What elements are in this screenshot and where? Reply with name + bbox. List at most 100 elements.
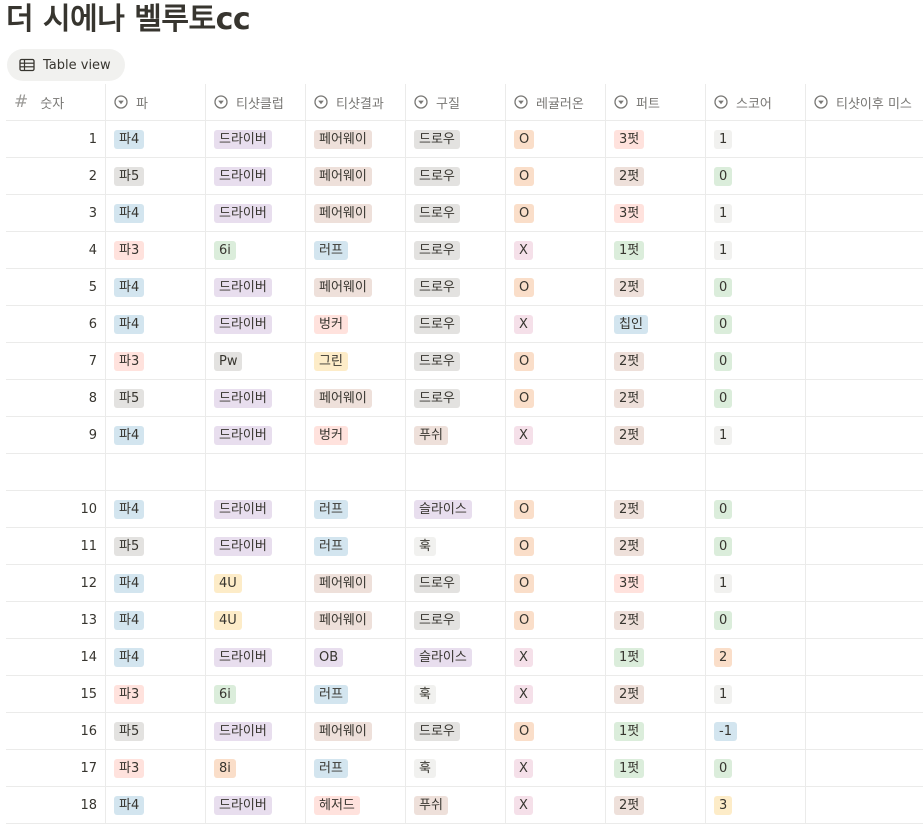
select-cell[interactable]: O bbox=[506, 158, 606, 194]
select-cell[interactable]: 2펏 bbox=[606, 158, 706, 194]
select-cell[interactable]: 드로우 bbox=[406, 602, 506, 638]
select-cell[interactable]: O bbox=[506, 602, 606, 638]
select-cell[interactable]: X bbox=[506, 417, 606, 453]
select-cell[interactable]: 페어웨이 bbox=[306, 602, 406, 638]
select-cell[interactable]: 0 bbox=[706, 306, 806, 342]
select-cell[interactable]: 드로우 bbox=[406, 195, 506, 231]
column-header[interactable]: 티샷결과 bbox=[306, 84, 406, 120]
select-cell[interactable]: 러프 bbox=[306, 232, 406, 268]
table-row[interactable]: 5 파4 드라이버 페어웨이 드로우 O 2펏 0 bbox=[6, 269, 923, 306]
table-row[interactable]: 6 파4 드라이버 벙커 드로우 X 칩인 0 bbox=[6, 306, 923, 343]
select-cell[interactable]: 파4 bbox=[106, 195, 206, 231]
select-cell[interactable]: 3펏 bbox=[606, 565, 706, 601]
select-cell[interactable]: 페어웨이 bbox=[306, 713, 406, 749]
select-cell[interactable] bbox=[806, 306, 923, 342]
row-number-cell[interactable]: 10 bbox=[6, 491, 106, 527]
row-number-cell[interactable]: 7 bbox=[6, 343, 106, 379]
select-cell[interactable]: 벙커 bbox=[306, 306, 406, 342]
select-cell[interactable]: 2펏 bbox=[606, 269, 706, 305]
select-cell[interactable]: 파5 bbox=[106, 528, 206, 564]
row-number-cell[interactable]: 16 bbox=[6, 713, 106, 749]
select-cell[interactable]: 0 bbox=[706, 343, 806, 379]
column-header[interactable]: # 숫자 bbox=[6, 84, 106, 120]
table-row[interactable]: 9 파4 드라이버 벙커 푸쉬 X 2펏 1 bbox=[6, 417, 923, 454]
select-cell[interactable] bbox=[806, 380, 923, 416]
select-cell[interactable]: 파4 bbox=[106, 639, 206, 675]
select-cell[interactable]: 드라이버 bbox=[206, 195, 306, 231]
select-cell[interactable] bbox=[806, 713, 923, 749]
select-cell[interactable]: 드로우 bbox=[406, 232, 506, 268]
select-cell[interactable]: O bbox=[506, 565, 606, 601]
select-cell[interactable]: 파3 bbox=[106, 676, 206, 712]
column-header[interactable]: 스코어 bbox=[706, 84, 806, 120]
select-cell[interactable]: 칩인 bbox=[606, 306, 706, 342]
select-cell[interactable]: 페어웨이 bbox=[306, 380, 406, 416]
select-cell[interactable] bbox=[806, 269, 923, 305]
column-header[interactable]: 티샷클럽 bbox=[206, 84, 306, 120]
select-cell[interactable]: 드로우 bbox=[406, 713, 506, 749]
select-cell[interactable]: 벙커 bbox=[306, 417, 406, 453]
select-cell[interactable]: 푸쉬 bbox=[406, 787, 506, 823]
table-row[interactable]: 12 파4 4U 페어웨이 드로우 O 3펏 1 bbox=[6, 565, 923, 602]
select-cell[interactable]: 드라이버 bbox=[206, 269, 306, 305]
select-cell[interactable]: O bbox=[506, 121, 606, 157]
select-cell[interactable]: 0 bbox=[706, 750, 806, 786]
row-number-cell[interactable]: 18 bbox=[6, 787, 106, 823]
select-cell[interactable]: X bbox=[506, 306, 606, 342]
row-number-cell[interactable]: 3 bbox=[6, 195, 106, 231]
select-cell[interactable]: 6i bbox=[206, 676, 306, 712]
select-cell[interactable]: O bbox=[506, 491, 606, 527]
select-cell[interactable]: 드라이버 bbox=[206, 121, 306, 157]
column-header[interactable]: 레귤러온 bbox=[506, 84, 606, 120]
select-cell[interactable]: 2펏 bbox=[606, 343, 706, 379]
select-cell[interactable]: 페어웨이 bbox=[306, 269, 406, 305]
select-cell[interactable]: 헤저드 bbox=[306, 787, 406, 823]
select-cell[interactable]: 파5 bbox=[106, 380, 206, 416]
row-number-cell[interactable]: 14 bbox=[6, 639, 106, 675]
select-cell[interactable]: 드로우 bbox=[406, 343, 506, 379]
select-cell[interactable] bbox=[106, 454, 206, 490]
select-cell[interactable]: 드라이버 bbox=[206, 306, 306, 342]
select-cell[interactable]: 파3 bbox=[106, 750, 206, 786]
select-cell[interactable] bbox=[806, 750, 923, 786]
select-cell[interactable]: X bbox=[506, 232, 606, 268]
select-cell[interactable]: 슬라이스 bbox=[406, 639, 506, 675]
table-row[interactable]: 10 파4 드라이버 러프 슬라이스 O 2펏 0 bbox=[6, 491, 923, 528]
table-row[interactable]: 18 파4 드라이버 헤저드 푸쉬 X 2펏 3 bbox=[6, 787, 923, 824]
select-cell[interactable]: 훅 bbox=[406, 750, 506, 786]
select-cell[interactable]: O bbox=[506, 195, 606, 231]
select-cell[interactable]: 2펏 bbox=[606, 528, 706, 564]
select-cell[interactable] bbox=[806, 639, 923, 675]
select-cell[interactable]: 드라이버 bbox=[206, 528, 306, 564]
select-cell[interactable]: 드라이버 bbox=[206, 491, 306, 527]
select-cell[interactable] bbox=[206, 454, 306, 490]
select-cell[interactable]: 훅 bbox=[406, 528, 506, 564]
column-header[interactable]: 퍼트 bbox=[606, 84, 706, 120]
select-cell[interactable]: 2펏 bbox=[606, 417, 706, 453]
select-cell[interactable]: 드라이버 bbox=[206, 787, 306, 823]
select-cell[interactable] bbox=[806, 158, 923, 194]
table-row[interactable]: 3 파4 드라이버 페어웨이 드로우 O 3펏 1 bbox=[6, 195, 923, 232]
select-cell[interactable]: 0 bbox=[706, 491, 806, 527]
select-cell[interactable]: 1 bbox=[706, 676, 806, 712]
table-row[interactable]: 16 파5 드라이버 페어웨이 드로우 O 1펏 -1 bbox=[6, 713, 923, 750]
row-number-cell[interactable]: 12 bbox=[6, 565, 106, 601]
select-cell[interactable] bbox=[806, 195, 923, 231]
select-cell[interactable]: 0 bbox=[706, 602, 806, 638]
select-cell[interactable]: 드라이버 bbox=[206, 158, 306, 194]
select-cell[interactable]: 파4 bbox=[106, 121, 206, 157]
select-cell[interactable]: 2펏 bbox=[606, 380, 706, 416]
row-number-cell[interactable]: 1 bbox=[6, 121, 106, 157]
select-cell[interactable]: 파4 bbox=[106, 602, 206, 638]
row-number-cell[interactable]: 13 bbox=[6, 602, 106, 638]
row-number-cell[interactable]: 11 bbox=[6, 528, 106, 564]
select-cell[interactable]: 2펏 bbox=[606, 602, 706, 638]
column-header[interactable]: 구질 bbox=[406, 84, 506, 120]
select-cell[interactable] bbox=[806, 565, 923, 601]
select-cell[interactable]: 페어웨이 bbox=[306, 195, 406, 231]
select-cell[interactable]: 파4 bbox=[106, 417, 206, 453]
select-cell[interactable]: 파4 bbox=[106, 787, 206, 823]
select-cell[interactable]: 러프 bbox=[306, 750, 406, 786]
row-number-cell[interactable] bbox=[6, 454, 106, 490]
select-cell[interactable]: 2펏 bbox=[606, 676, 706, 712]
